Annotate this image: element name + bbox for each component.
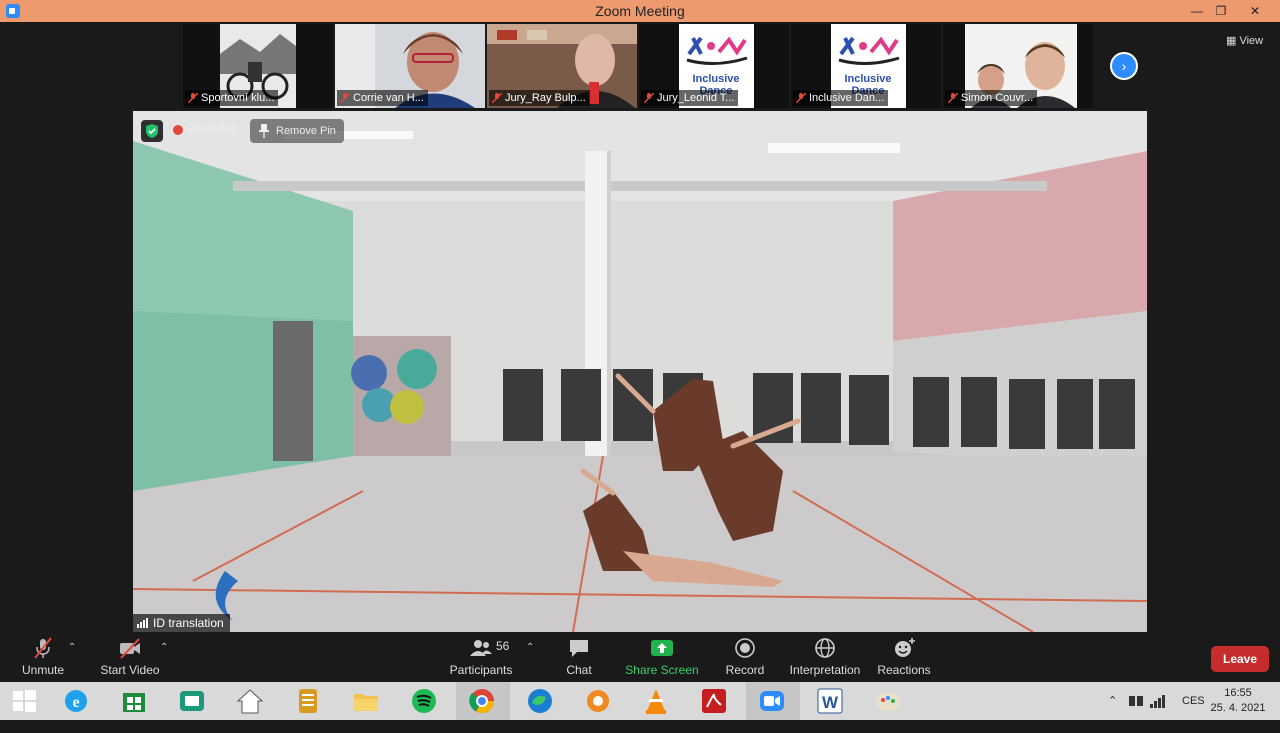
view-button[interactable]: ▦ View <box>1226 34 1263 47</box>
signal-bars-icon <box>137 618 148 628</box>
pin-icon <box>259 124 269 138</box>
store-icon[interactable] <box>118 685 150 717</box>
participant-tile[interactable]: Corrie van H... <box>335 24 485 108</box>
participants-options-caret[interactable]: ⌃ <box>526 642 534 653</box>
notes-icon[interactable] <box>292 685 324 717</box>
chat-icon <box>570 640 588 657</box>
record-dot-icon <box>173 125 183 135</box>
clock-time: 16:55 <box>1224 687 1252 699</box>
edge-icon[interactable] <box>524 685 556 717</box>
record-button[interactable]: Record <box>718 632 772 682</box>
participant-name: Inclusive Dan... <box>793 90 889 106</box>
acrobat-icon[interactable] <box>698 685 730 717</box>
participant-tile[interactable]: Inclusive Dance Jury_Leonid T... <box>639 24 789 108</box>
meeting-toolbar: Unmute ⌃ Start Video ⌃ 56 Participants ⌃… <box>0 632 1280 682</box>
security-shield-icon[interactable] <box>141 120 163 142</box>
participant-tile[interactable]: Inclusive Dance Inclusive Dan... <box>791 24 941 108</box>
dance-studio-scene <box>133 111 1147 632</box>
vlc-icon[interactable] <box>640 685 672 717</box>
next-page-button[interactable]: › <box>1110 52 1138 80</box>
participant-tile[interactable]: Jury_Ray Bulp... <box>487 24 637 108</box>
pinned-video[interactable]: Recording Remove Pin ID translation <box>133 111 1147 632</box>
interpretation-button[interactable]: Interpretation <box>786 632 864 682</box>
internet-explorer-icon[interactable]: e <box>60 685 92 717</box>
svg-text:W: W <box>822 693 839 712</box>
clock[interactable]: 16:55 25. 4. 2021 <box>1206 686 1270 716</box>
remove-pin-button[interactable]: Remove Pin <box>250 119 344 143</box>
video-off-icon <box>120 638 140 659</box>
participant-name: Jury_Ray Bulp... <box>489 90 590 106</box>
network-icon[interactable] <box>1128 694 1144 708</box>
close-button[interactable]: ✕ <box>1240 0 1270 22</box>
svg-text:e: e <box>72 694 79 711</box>
chat-button[interactable]: Chat <box>554 632 604 682</box>
svg-text:Inclusive: Inclusive <box>844 73 891 85</box>
settings-gear-icon[interactable] <box>582 685 614 717</box>
participant-name: Corrie van H... <box>337 90 428 106</box>
participants-count: 56 <box>496 639 510 653</box>
home-icon[interactable] <box>234 685 266 717</box>
recording-indicator: Recording <box>173 123 237 135</box>
muted-mic-icon <box>492 93 502 103</box>
grid-icon: ▦ <box>1226 35 1237 47</box>
muted-mic-icon <box>644 93 654 103</box>
participant-tile[interactable]: Simon Couvr... <box>943 24 1093 108</box>
restore-button[interactable]: ❐ <box>1206 0 1236 22</box>
windows-start-icon[interactable] <box>8 685 40 717</box>
participant-name: Jury_Leonid T... <box>641 90 739 106</box>
title-bar: Zoom Meeting — ❐ ✕ <box>0 0 1280 22</box>
unmute-button[interactable]: Unmute <box>12 632 74 682</box>
paint-icon[interactable] <box>872 685 904 717</box>
leave-button[interactable]: Leave <box>1211 646 1269 672</box>
teams-icon[interactable] <box>176 685 208 717</box>
participant-name: Sportovní klu... <box>185 90 279 106</box>
participant-tile[interactable]: Sportovní klu... <box>183 24 333 108</box>
chrome-icon[interactable] <box>466 685 498 717</box>
windows-taskbar: e W ⌃ CES 16:55 25. 4. 2021 <box>0 682 1280 720</box>
muted-mic-icon <box>948 93 958 103</box>
participants-button[interactable]: 56 Participants <box>448 632 514 682</box>
participant-name: Simon Couvr... <box>945 90 1038 106</box>
muted-microphone-icon <box>34 637 52 659</box>
zoom-taskbar-icon[interactable] <box>756 685 788 717</box>
globe-icon <box>815 638 835 658</box>
muted-mic-icon <box>340 93 350 103</box>
share-screen-button[interactable]: Share Screen <box>624 632 700 682</box>
tray-chevron-icon[interactable]: ⌃ <box>1108 694 1117 732</box>
speaker-name-label: ID translation <box>133 614 230 632</box>
muted-mic-icon <box>796 93 806 103</box>
smiley-plus-icon <box>895 638 915 657</box>
spotify-icon[interactable] <box>408 685 440 717</box>
reactions-button[interactable]: Reactions <box>874 632 934 682</box>
audio-options-caret[interactable]: ⌃ <box>68 642 76 653</box>
language-indicator[interactable]: CES <box>1182 695 1205 733</box>
file-explorer-icon[interactable] <box>350 685 382 717</box>
window-title: Zoom Meeting <box>595 3 685 19</box>
record-icon <box>735 638 755 658</box>
share-screen-icon <box>651 640 673 656</box>
video-options-caret[interactable]: ⌃ <box>160 642 168 653</box>
word-icon[interactable]: W <box>814 685 846 717</box>
clock-date: 25. 4. 2021 <box>1210 702 1266 714</box>
muted-mic-icon <box>188 93 198 103</box>
participant-strip: Sportovní klu... Corrie van H... Jury_Ra… <box>0 22 1280 110</box>
svg-text:Inclusive: Inclusive <box>692 73 739 85</box>
participants-icon <box>470 640 492 656</box>
start-video-button[interactable]: Start Video <box>96 632 164 682</box>
signal-icon[interactable] <box>1150 694 1168 708</box>
